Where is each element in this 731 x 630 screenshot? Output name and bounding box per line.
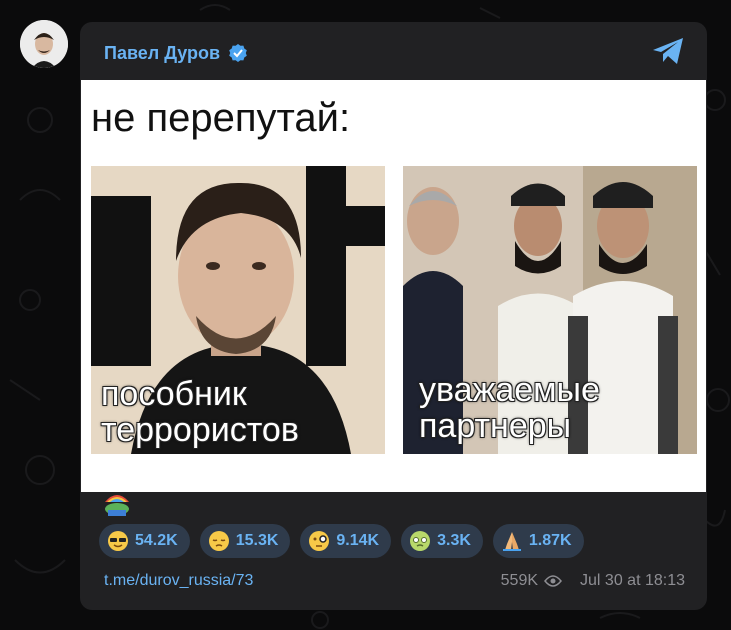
reaction-count: 15.3K bbox=[235, 532, 279, 549]
rainbow-frog-emoji-icon bbox=[105, 495, 129, 516]
sunglasses-emoji-icon bbox=[108, 531, 128, 551]
meme-panel-left: пособник террористов bbox=[91, 166, 385, 454]
meme-image[interactable]: не перепутай: пособник террористов уважа… bbox=[81, 80, 706, 492]
author-avatar[interactable] bbox=[20, 20, 68, 68]
pensive-emoji-icon bbox=[208, 531, 229, 551]
reaction-count: 9.14K bbox=[336, 532, 380, 549]
post-card: Павел Дуров не перепутай: пособник терро… bbox=[80, 22, 707, 610]
reaction-count: 54.2K bbox=[135, 532, 178, 549]
monocle-emoji-icon bbox=[309, 531, 330, 551]
reaction-monocle[interactable]: 9.14K bbox=[300, 524, 392, 558]
meme-panel-right: уважаемые партнеры bbox=[403, 166, 697, 454]
nauseated-emoji-icon bbox=[410, 531, 431, 551]
right-caption-line1: уважаемые bbox=[419, 371, 600, 409]
left-caption-line2: террористов bbox=[101, 411, 299, 449]
reactions-bar: 54.2K 15.3K 9.14K 3.3K 1.87K bbox=[99, 524, 584, 558]
left-caption-line1: пособник bbox=[101, 375, 247, 413]
praying-hands-icon bbox=[502, 532, 521, 551]
view-count: 559K bbox=[500, 572, 539, 589]
meme-title: не перепутай: bbox=[91, 96, 351, 140]
reaction-pensive[interactable]: 15.3K bbox=[199, 524, 291, 558]
post-header: Павел Дуров bbox=[104, 40, 248, 66]
eye-icon bbox=[544, 575, 562, 587]
right-caption: уважаемые партнеры bbox=[419, 372, 693, 444]
post-date: Jul 30 at 18:13 bbox=[580, 572, 685, 589]
author-name[interactable]: Павел Дуров bbox=[104, 43, 220, 64]
reaction-nauseated[interactable]: 3.3K bbox=[401, 524, 483, 558]
reaction-count: 1.87K bbox=[528, 532, 572, 549]
reaction-count: 3.3K bbox=[437, 532, 471, 549]
verified-badge-icon bbox=[229, 44, 247, 62]
reaction-sunglasses[interactable]: 54.2K bbox=[99, 524, 190, 558]
post-meta: 559K Jul 30 at 18:13 bbox=[501, 572, 685, 590]
left-caption: пособник террористов bbox=[101, 376, 381, 448]
post-link[interactable]: t.me/durov_russia/73 bbox=[104, 572, 253, 590]
right-caption-line2: партнеры bbox=[419, 407, 572, 445]
share-icon[interactable] bbox=[651, 36, 685, 66]
reaction-praying-hands[interactable]: 1.87K bbox=[492, 524, 584, 558]
